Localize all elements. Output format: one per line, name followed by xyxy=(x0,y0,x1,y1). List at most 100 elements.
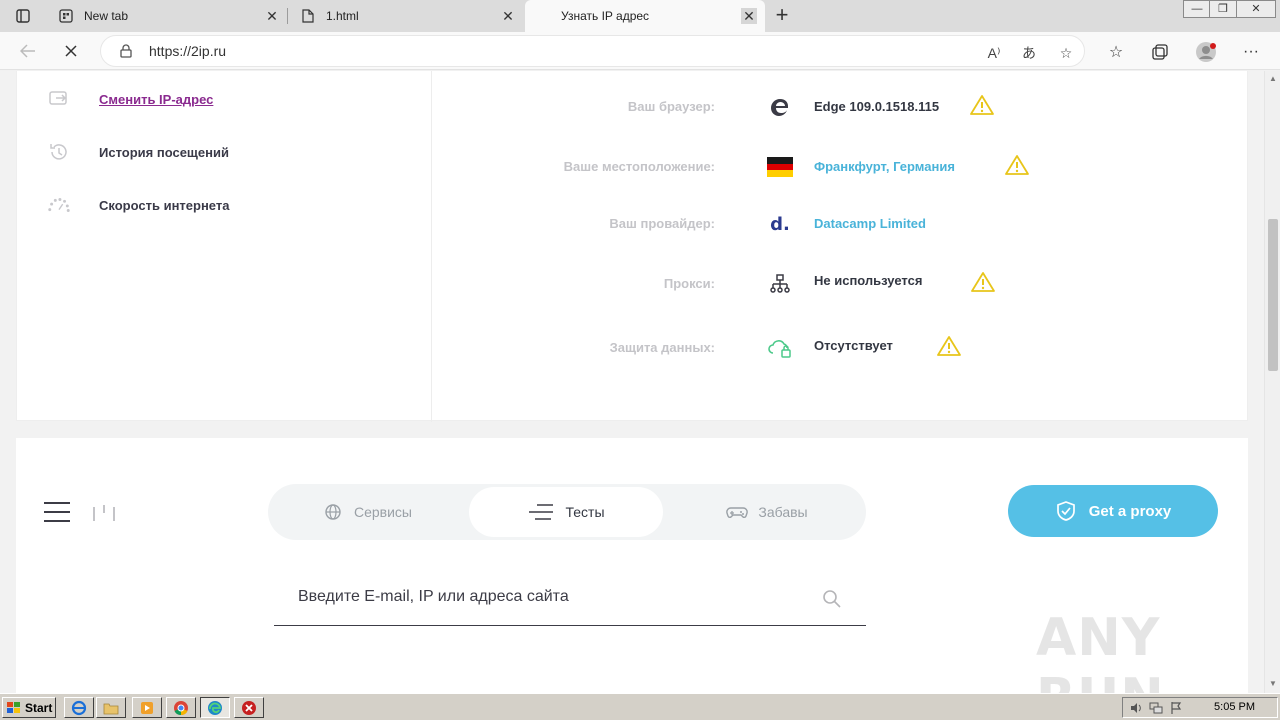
tab-1-html[interactable]: 1.html ✕ xyxy=(288,0,524,32)
tab-label: Тесты xyxy=(565,504,605,520)
add-favorite-icon[interactable]: ☆ xyxy=(1056,43,1076,63)
close-tab-button[interactable]: ✕ xyxy=(264,8,280,24)
row-label: Ваш провайдер: xyxy=(609,216,715,231)
provider-row: Ваш провайдер: d. Datacamp Limited xyxy=(447,209,1227,239)
speed-icon xyxy=(47,193,71,217)
tab-label: Сервисы xyxy=(353,504,412,520)
back-arrow-icon xyxy=(20,44,35,58)
scroll-up-arrow-icon[interactable]: ▲ xyxy=(1268,74,1278,84)
data-protection-row: Защита данных: Отсутствует xyxy=(447,333,1227,363)
blocked-app-taskbar-button[interactable] xyxy=(234,697,264,718)
chrome-taskbar-button[interactable] xyxy=(166,697,196,718)
proxy-network-icon xyxy=(766,271,794,297)
germany-flag-icon xyxy=(766,154,794,180)
sidebar-item-speed[interactable]: Скорость интернета xyxy=(47,193,229,217)
media-player-taskbar-button[interactable] xyxy=(132,697,162,718)
tab-fun[interactable]: Забавы xyxy=(668,487,866,537)
stop-loading-button[interactable] xyxy=(58,38,84,64)
translate-icon[interactable]: あ xyxy=(1019,43,1039,63)
tab-actions-button[interactable] xyxy=(10,0,38,32)
lock-icon xyxy=(120,44,132,58)
sidebar-item-change-ip[interactable]: Сменить IP-адрес xyxy=(47,87,213,111)
gamepad-icon xyxy=(726,501,749,523)
edge-logo-icon xyxy=(766,94,794,120)
minimize-button[interactable]: — xyxy=(1183,0,1211,18)
scrollbar-thumb[interactable] xyxy=(1268,219,1278,371)
taskbar-clock: 5:05 PM xyxy=(1214,701,1255,713)
read-aloud-icon[interactable]: A⁾ xyxy=(984,43,1004,63)
close-tab-button[interactable]: ✕ xyxy=(500,8,516,24)
shield-check-icon xyxy=(1056,501,1075,521)
location-row: Ваше местоположение: Франкфурт, Германия xyxy=(447,152,1227,182)
warning-icon[interactable] xyxy=(1005,154,1029,176)
warning-icon[interactable] xyxy=(970,94,994,116)
browser-row: Ваш браузер: Edge 109.0.1518.115 xyxy=(447,92,1227,122)
close-tab-button[interactable]: ✕ xyxy=(741,8,757,24)
more-menu-icon[interactable]: ··· xyxy=(1240,41,1262,63)
document-icon xyxy=(300,8,316,24)
collections-icon[interactable] xyxy=(1149,41,1171,63)
page-viewport: Сменить IP-адрес История посещений Скоро… xyxy=(0,71,1264,693)
tab-ip-address[interactable]: Узнать IP адрес ✕ xyxy=(525,0,765,32)
tab-services[interactable]: Сервисы xyxy=(268,487,466,537)
tab-new-tab[interactable]: New tab ✕ xyxy=(46,0,288,32)
close-window-button[interactable]: ✕ xyxy=(1236,0,1276,18)
row-label: Ваше местоположение: xyxy=(563,159,715,174)
error-stop-icon xyxy=(242,700,256,715)
volume-icon[interactable] xyxy=(1129,701,1143,715)
proxy-row: Прокси: Не используется xyxy=(447,269,1227,299)
url-field[interactable]: https://2ip.ru A⁾ あ ☆ xyxy=(100,35,1085,67)
cloud-lock-icon xyxy=(766,335,794,361)
sidebar-item-label: Скорость интернета xyxy=(99,197,230,213)
row-label: Ваш браузер: xyxy=(627,99,715,114)
proxy-value: Не используется xyxy=(814,273,923,288)
browser-tab-strip: New tab ✕ 1.html ✕ Узнать IP адрес ✕ + —… xyxy=(0,0,1280,32)
warning-icon[interactable] xyxy=(937,335,961,357)
search-input[interactable] xyxy=(298,588,798,606)
system-tray: 5:05 PM xyxy=(1122,697,1278,718)
action-flag-icon[interactable] xyxy=(1169,701,1183,715)
address-toolbar: https://2ip.ru A⁾ あ ☆ ☆ ··· xyxy=(0,32,1280,70)
search-icon[interactable] xyxy=(822,589,842,609)
anyrun-watermark: ANY RUN xyxy=(1036,608,1164,693)
folder-icon xyxy=(103,703,119,714)
page-scrollbar[interactable]: ▲ ▼ xyxy=(1264,71,1280,693)
media-player-icon xyxy=(141,701,153,714)
url-text: https://2ip.ru xyxy=(149,43,227,59)
new-tab-button[interactable]: + xyxy=(770,4,794,28)
windows-logo-icon xyxy=(7,701,20,713)
get-proxy-button[interactable]: Get a proxy xyxy=(1008,485,1218,537)
row-label: Защита данных: xyxy=(609,340,715,355)
edge-taskbar-button[interactable] xyxy=(200,697,230,718)
restore-button[interactable]: ❐ xyxy=(1209,0,1237,18)
sidebar-item-history[interactable]: История посещений xyxy=(47,140,229,164)
row-label: Прокси: xyxy=(663,276,715,291)
tab-title: 1.html xyxy=(326,9,359,23)
start-button[interactable]: Start xyxy=(2,697,56,718)
data-protection-value: Отсутствует xyxy=(814,338,893,353)
card-divider xyxy=(431,71,432,422)
ie-taskbar-button[interactable] xyxy=(64,697,94,718)
chrome-icon xyxy=(174,700,188,715)
section-switcher: Сервисы Тесты Забавы xyxy=(268,484,866,540)
back-button[interactable] xyxy=(15,38,41,64)
tab-tests[interactable]: Тесты xyxy=(469,487,663,537)
network-icon[interactable] xyxy=(1149,701,1163,715)
provider-link[interactable]: Datacamp Limited xyxy=(814,216,926,231)
profile-avatar-icon[interactable] xyxy=(1195,41,1217,63)
hamburger-menu-button[interactable] xyxy=(44,502,70,522)
site-logo-icon[interactable] xyxy=(92,503,116,523)
internet-explorer-icon xyxy=(71,700,87,715)
scroll-down-arrow-icon[interactable]: ▼ xyxy=(1268,679,1278,689)
location-link[interactable]: Франкфурт, Германия xyxy=(814,159,955,174)
favorites-icon[interactable]: ☆ xyxy=(1105,41,1127,63)
get-proxy-label: Get a proxy xyxy=(1088,502,1172,520)
history-icon xyxy=(47,140,71,164)
edge-icon xyxy=(208,700,222,715)
explorer-taskbar-button[interactable] xyxy=(96,697,126,718)
browser-value: Edge 109.0.1518.115 xyxy=(814,99,940,114)
sidebar-item-label: История посещений xyxy=(99,144,229,160)
warning-icon[interactable] xyxy=(971,271,995,293)
tab-title: New tab xyxy=(84,9,129,23)
tab-title: Узнать IP адрес xyxy=(561,9,650,23)
